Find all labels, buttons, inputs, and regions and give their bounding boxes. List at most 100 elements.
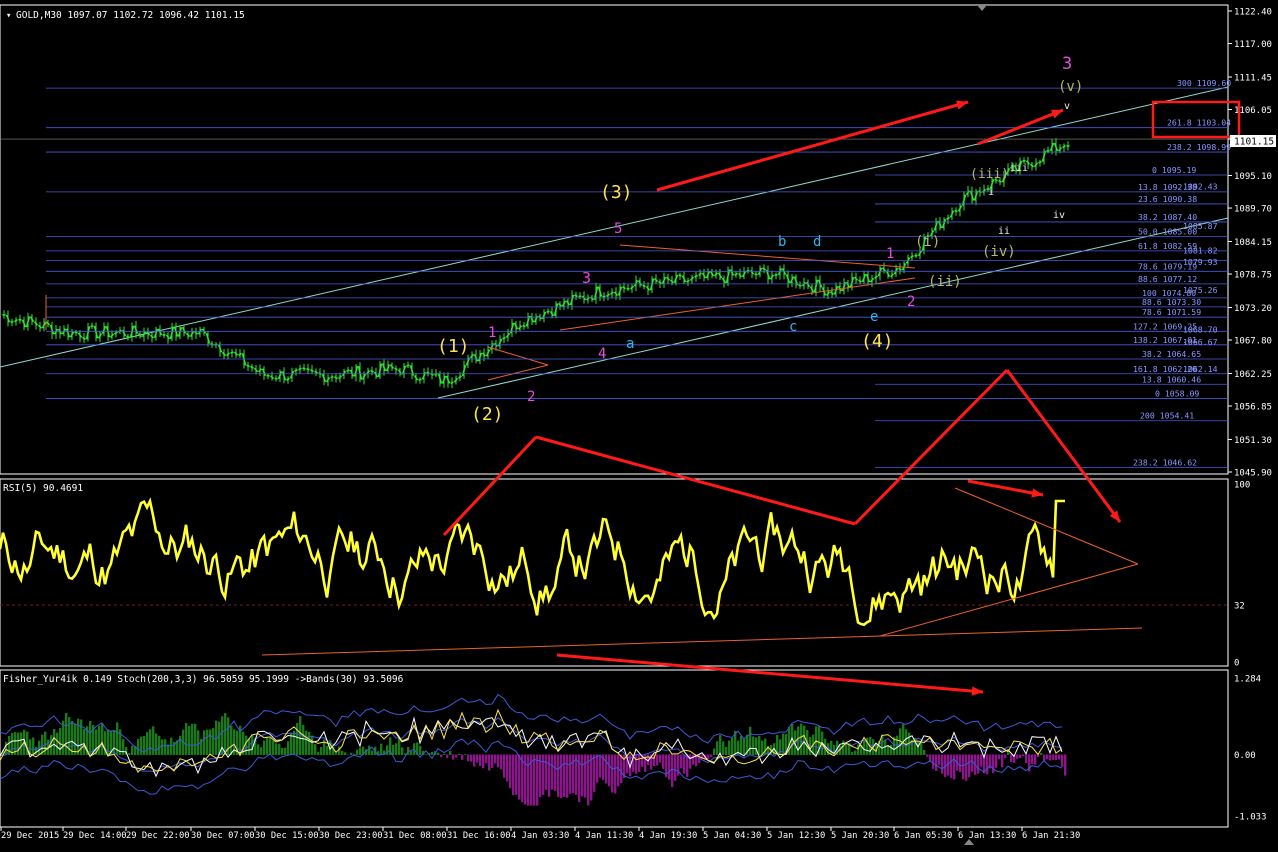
fisher-histogram-bar <box>230 726 232 755</box>
price-bar-body <box>483 353 486 356</box>
fisher-histogram-bar <box>611 754 613 792</box>
fisher-histogram-bar <box>1031 754 1033 764</box>
fisher-histogram-bar <box>542 754 544 794</box>
fisher-histogram-bar <box>497 754 499 767</box>
fisher-histogram-bar <box>356 750 358 755</box>
price-bar-body <box>1031 164 1034 167</box>
fisher-histogram-bar <box>371 751 373 755</box>
fisher-histogram-bar <box>998 754 1000 759</box>
fisher-histogram-bar <box>53 729 55 755</box>
fisher-histogram-bar <box>656 754 658 765</box>
wave-label: (2) <box>471 404 504 425</box>
price-bar-body <box>83 337 86 339</box>
fisher-histogram-bar <box>494 754 496 763</box>
price-bar-body <box>339 376 342 379</box>
rsi-panel[interactable] <box>0 479 1228 666</box>
red-arrow-line <box>557 655 983 692</box>
fisher-histogram-bar <box>65 713 67 755</box>
price-bar-body <box>655 279 658 282</box>
price-bar-body <box>1063 146 1066 148</box>
fisher-histogram-bar <box>11 733 13 755</box>
price-bar-body <box>295 370 298 371</box>
fisher-histogram-bar <box>74 724 76 755</box>
fisher-histogram-bar <box>212 728 214 755</box>
time-axis-label: 29 Dec 22:00 <box>126 831 190 841</box>
fisher-histogram-bar <box>1055 754 1057 760</box>
fisher-histogram-bar <box>32 737 34 754</box>
price-bar-body <box>11 322 14 323</box>
fisher-histogram-bar <box>959 754 961 772</box>
price-bar-body <box>39 325 42 328</box>
fib-label: 1075.26 <box>1183 285 1218 295</box>
fisher-histogram-bar <box>359 748 361 755</box>
price-bar-body <box>347 370 350 371</box>
fisher-histogram-bar <box>59 728 61 755</box>
fisher-histogram-bar <box>662 754 664 768</box>
fisher-histogram-bar <box>1022 754 1024 756</box>
fisher-histogram-bar <box>1049 754 1051 760</box>
fisher-histogram-bar <box>719 735 721 755</box>
fisher-histogram-bar <box>500 754 502 769</box>
fisher-histogram-bar <box>1034 754 1036 764</box>
fisher-histogram-bar <box>197 730 199 755</box>
price-bar-body <box>187 333 190 336</box>
fisher-histogram-bar <box>599 754 601 777</box>
fisher-histogram-bar <box>548 754 550 796</box>
fib-label: 38.2 1064.65 <box>1142 349 1201 359</box>
fisher-histogram-bar <box>206 730 208 755</box>
fisher-histogram-bar <box>992 754 994 773</box>
fisher-histogram-bar <box>122 739 124 755</box>
price-bar-body <box>715 273 718 276</box>
price-panel[interactable] <box>0 5 1228 474</box>
fisher-histogram-bar <box>731 738 733 755</box>
price-bar-body <box>259 369 262 372</box>
fisher-histogram-bar <box>584 754 586 797</box>
price-axis-label: 1056.85 <box>1234 403 1272 413</box>
price-bar-body <box>523 326 526 327</box>
fisher-histogram-bar <box>977 754 979 773</box>
fisher-histogram-bar <box>83 729 85 755</box>
fisher-histogram-bar <box>425 754 427 755</box>
fisher-histogram-bar <box>1001 754 1003 767</box>
fisher-histogram-bar <box>758 736 760 755</box>
price-bar-body <box>139 334 142 337</box>
fisher-histogram-bar <box>311 736 313 755</box>
price-axis-label: 1084.15 <box>1234 238 1272 248</box>
fisher-histogram-bar <box>1061 754 1063 766</box>
price-bar-body <box>699 273 702 275</box>
fisher-histogram-bar <box>395 743 397 755</box>
price-bar-body <box>735 273 738 275</box>
fisher-histogram-bar <box>491 754 493 768</box>
fib-label: 238.2 1046.62 <box>1133 458 1197 468</box>
price-axis-label: 1111.45 <box>1234 73 1272 83</box>
time-axis-label: 6 Jan 13:30 <box>958 831 1016 841</box>
fisher-histogram-bar <box>635 754 637 773</box>
rsi-line <box>0 501 1065 625</box>
time-axis-label: 6 Jan 05:30 <box>894 831 952 841</box>
wave-label: (iv) <box>982 244 1016 260</box>
price-bar-body <box>195 331 198 334</box>
wave-label: ii <box>998 226 1010 237</box>
price-bar-body <box>687 280 690 282</box>
red-arrow-line <box>657 102 968 190</box>
fisher-histogram-bar <box>437 753 439 755</box>
wave-label: e <box>870 309 878 325</box>
fisher-histogram-bar <box>401 747 403 755</box>
fisher-histogram-bar <box>452 754 454 759</box>
price-bar-body <box>111 334 114 337</box>
fib-label: 1092.43 <box>1183 182 1218 192</box>
fisher-histogram-bar <box>245 736 247 755</box>
time-axis-label: 5 Jan 20:30 <box>831 831 889 841</box>
fisher-histogram-bar <box>350 753 352 755</box>
fisher-histogram-bar <box>1004 754 1006 758</box>
fisher-histogram-bar <box>803 726 805 755</box>
price-bar-body <box>459 376 462 378</box>
price-header-arrow-icon[interactable]: ▾ <box>6 11 11 21</box>
chart-shift-marker-icon[interactable] <box>977 5 987 11</box>
wave-label: d <box>813 234 821 250</box>
fisher-histogram-bar <box>569 754 571 793</box>
price-bar-body <box>575 295 578 297</box>
time-axis-label: 29 Dec 2015 <box>1 831 59 841</box>
price-axis-label: 1078.75 <box>1234 271 1272 281</box>
fib-label: 238.2 1098.99 <box>1167 142 1231 152</box>
